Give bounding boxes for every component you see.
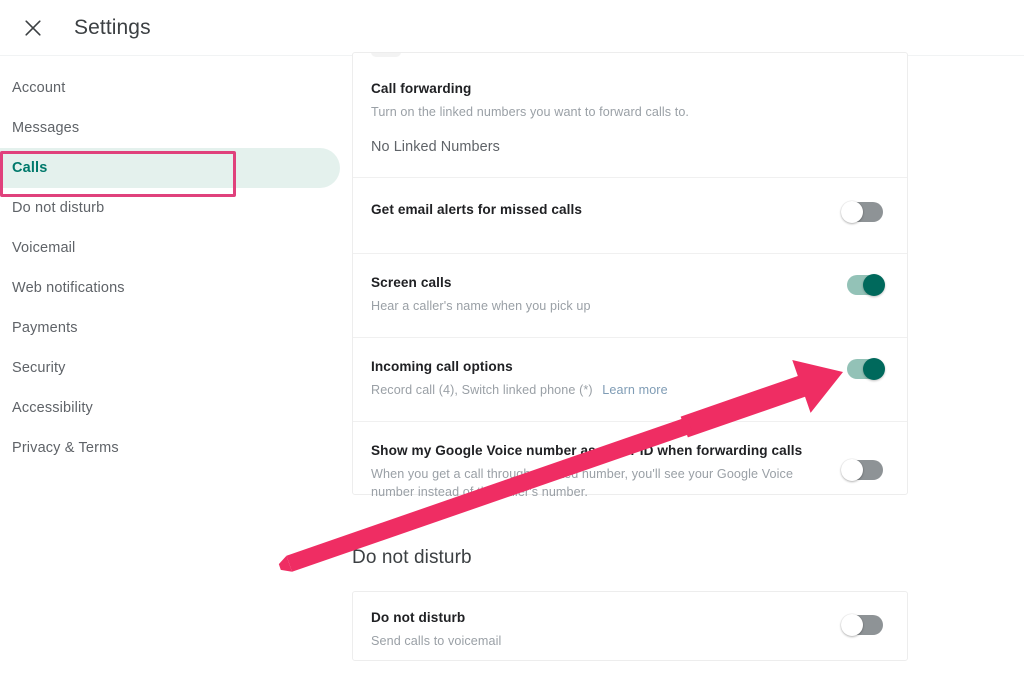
- toggle-knob: [841, 201, 863, 223]
- row-do-not-disturb: Do not disturb Send calls to voicemail: [353, 592, 907, 666]
- sidebar-item-security[interactable]: Security: [0, 348, 340, 388]
- toggle-knob: [863, 274, 885, 296]
- settings-window: Settings Account Messages Calls Do not d…: [0, 0, 1024, 682]
- row-text: Call forwarding Turn on the linked numbe…: [371, 79, 885, 155]
- sidebar-item-label: Accessibility: [12, 400, 93, 416]
- toggle-knob: [863, 358, 885, 380]
- sidebar-item-voicemail[interactable]: Voicemail: [0, 228, 340, 268]
- sidebar-item-payments[interactable]: Payments: [0, 308, 340, 348]
- row-incoming-call-options: Incoming call options Record call (4), S…: [353, 337, 907, 421]
- incoming-call-options-toggle[interactable]: [841, 358, 885, 380]
- sidebar-item-label: Messages: [12, 120, 80, 136]
- row-title: Call forwarding: [371, 81, 472, 96]
- sidebar-item-label: Account: [12, 80, 66, 96]
- sidebar-item-web-notifications[interactable]: Web notifications: [0, 268, 340, 308]
- sidebar-item-label: Voicemail: [12, 240, 76, 256]
- sidebar-item-do-not-disturb[interactable]: Do not disturb: [0, 188, 340, 228]
- row-subtitle-text: Record call (4), Switch linked phone (*): [371, 383, 593, 397]
- learn-more-link[interactable]: Learn more: [602, 383, 667, 397]
- sidebar-item-label: Web notifications: [12, 280, 125, 296]
- show-caller-id-toggle[interactable]: [841, 459, 885, 481]
- row-email-alerts: Get email alerts for missed calls: [353, 177, 907, 253]
- do-not-disturb-card: Do not disturb Send calls to voicemail: [352, 591, 908, 661]
- sidebar-item-privacy-terms[interactable]: Privacy & Terms: [0, 428, 340, 468]
- settings-sidebar: Account Messages Calls Do not disturb Vo…: [0, 68, 340, 682]
- row-title: Show my Google Voice number as caller ID…: [371, 443, 803, 458]
- row-subtitle: When you get a call through a linked num…: [371, 467, 794, 499]
- row-subtitle: Record call (4), Switch linked phone (*)…: [371, 381, 841, 399]
- do-not-disturb-section-heading: Do not disturb: [352, 547, 472, 568]
- row-title: Get email alerts for missed calls: [371, 202, 583, 217]
- sidebar-item-label: Privacy & Terms: [12, 440, 119, 456]
- sidebar-item-account[interactable]: Account: [0, 68, 340, 108]
- linked-numbers-value: No Linked Numbers: [371, 139, 500, 155]
- row-text: Screen calls Hear a caller's name when y…: [371, 273, 841, 315]
- toggle-knob: [841, 459, 863, 481]
- page-title: Settings: [74, 15, 151, 39]
- row-text: Do not disturb Send calls to voicemail: [371, 608, 841, 650]
- row-show-caller-id: Show my Google Voice number as caller ID…: [353, 421, 907, 525]
- sidebar-item-accessibility[interactable]: Accessibility: [0, 388, 340, 428]
- toggle-knob: [841, 614, 863, 636]
- row-screen-calls: Screen calls Hear a caller's name when y…: [353, 253, 907, 337]
- row-call-forwarding: Call forwarding Turn on the linked numbe…: [353, 53, 907, 177]
- row-title: Screen calls: [371, 275, 452, 290]
- row-title: Do not disturb: [371, 610, 466, 625]
- settings-content: Call forwarding Turn on the linked numbe…: [352, 0, 910, 682]
- sidebar-item-calls[interactable]: Calls: [0, 148, 340, 188]
- row-subtitle: Send calls to voicemail: [371, 634, 502, 648]
- sidebar-item-label: Calls: [12, 160, 48, 176]
- calls-settings-card: Call forwarding Turn on the linked numbe…: [352, 52, 908, 499]
- row-text: Incoming call options Record call (4), S…: [371, 357, 841, 399]
- row-text: Get email alerts for missed calls: [371, 200, 841, 219]
- row-subtitle: Turn on the linked numbers you want to f…: [371, 105, 690, 119]
- sidebar-item-label: Do not disturb: [12, 200, 105, 216]
- row-text: Show my Google Voice number as caller ID…: [371, 441, 841, 501]
- sidebar-item-messages[interactable]: Messages: [0, 108, 340, 148]
- sidebar-item-label: Security: [12, 360, 66, 376]
- close-icon[interactable]: [20, 15, 46, 41]
- do-not-disturb-toggle[interactable]: [841, 614, 885, 636]
- sidebar-item-label: Payments: [12, 320, 78, 336]
- email-alerts-toggle[interactable]: [841, 201, 885, 223]
- row-title: Incoming call options: [371, 359, 513, 374]
- row-subtitle: Hear a caller's name when you pick up: [371, 299, 591, 313]
- screen-calls-toggle[interactable]: [841, 274, 885, 296]
